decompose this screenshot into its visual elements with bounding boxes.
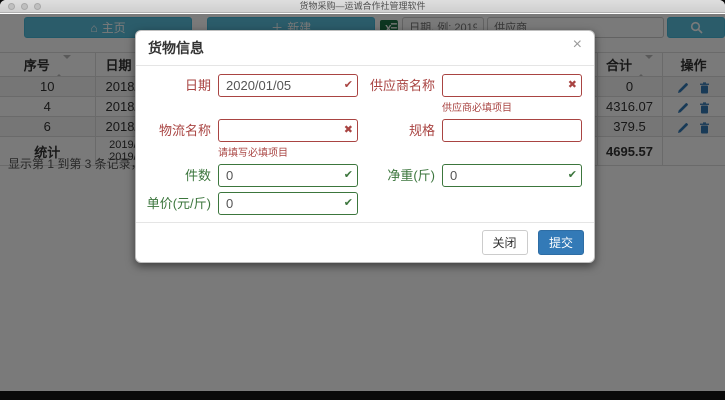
cargo-info-modal: 货物信息 × 日期 ✔ 供应商名称 ✖ 供应商必填项目 [135,30,595,263]
check-icon: ✔ [344,78,353,91]
minimize-window-button[interactable] [21,3,28,10]
date-label: 日期 [146,74,218,97]
close-window-button[interactable] [8,3,15,10]
price-field-group: 单价(元/斤) ✔ [146,192,360,215]
date-field-group: 日期 ✔ [146,74,360,114]
pieces-input[interactable] [218,164,358,187]
price-label: 单价(元/斤) [146,192,218,215]
check-icon: ✔ [344,196,353,209]
modal-header: 货物信息 × [136,31,594,66]
window-title: 货物采购—运诚合作社管理软件 [0,0,725,13]
close-icon[interactable]: × [573,38,582,52]
weight-input[interactable] [442,164,582,187]
spec-field-group: 规格 [370,119,584,159]
supplier-field-group: 供应商名称 ✖ 供应商必填项目 [370,74,584,114]
weight-field-group: 净重(斤) ✔ [370,164,584,187]
check-icon: ✔ [344,168,353,181]
modal-body: 日期 ✔ 供应商名称 ✖ 供应商必填项目 物流名称 [136,66,594,222]
modal-title: 货物信息 [148,38,204,58]
spec-label: 规格 [370,119,442,142]
traffic-lights [8,3,41,10]
logistics-label: 物流名称 [146,119,218,142]
logistics-validation-hint: 请填写必填项目 [218,144,358,159]
cross-icon: ✖ [568,78,577,91]
modal-footer: 关闭 提交 [136,222,594,262]
supplier-input[interactable] [442,74,582,97]
titlebar: 货物采购—运诚合作社管理软件 [0,0,725,13]
check-icon: ✔ [568,168,577,181]
pieces-label: 件数 [146,164,218,187]
logistics-field-group: 物流名称 ✖ 请填写必填项目 [146,119,360,159]
modal-close-button[interactable]: 关闭 [482,230,528,255]
pieces-field-group: 件数 ✔ [146,164,360,187]
date-input[interactable] [218,74,358,97]
supplier-validation-hint: 供应商必填项目 [442,99,582,114]
modal-submit-button[interactable]: 提交 [538,230,584,255]
supplier-label: 供应商名称 [370,74,442,97]
logistics-input[interactable] [218,119,358,142]
weight-label: 净重(斤) [370,164,442,187]
price-input[interactable] [218,192,358,215]
app-window: 货物采购—运诚合作社管理软件 ⌂ 主页 ＋ 新建 X [0,0,725,391]
cross-icon: ✖ [344,123,353,136]
spec-input[interactable] [442,119,582,142]
zoom-window-button[interactable] [34,3,41,10]
